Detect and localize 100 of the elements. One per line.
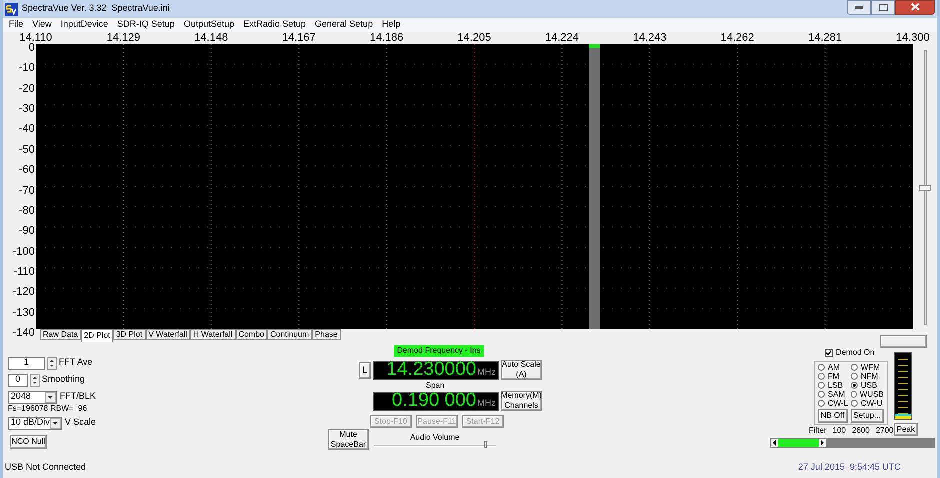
radio-label: FM (828, 372, 840, 381)
x-axis-label: 14.243 (633, 32, 667, 44)
radio-button[interactable] (818, 364, 825, 371)
demod-frequency-label: Demod Frequency - Ins (394, 345, 484, 357)
radio-label: AM (828, 363, 840, 372)
y-axis-label: -140 (12, 327, 35, 340)
x-axis-label: 14.110 (20, 32, 52, 44)
field-label: V Scale (65, 416, 96, 430)
filter-slider[interactable] (778, 438, 935, 448)
radio-button[interactable] (851, 373, 858, 380)
menu-item[interactable]: General Setup (315, 18, 374, 32)
radio-label: USB (861, 381, 878, 390)
y-axis-label: -40 (19, 123, 35, 136)
slider-thumb[interactable] (919, 184, 931, 190)
menu-item[interactable]: Help (382, 18, 401, 32)
span-display: 0.190 000 MHz (373, 392, 499, 410)
radio-label: WFM (861, 363, 880, 372)
checkmark-icon (826, 350, 832, 356)
filter-value: 2700 (876, 426, 894, 436)
auto-scale-button[interactable]: Auto Scale (A) (501, 360, 542, 380)
y-axis-label: -50 (19, 144, 35, 156)
radio-button[interactable] (851, 364, 858, 371)
tab[interactable]: Raw Data (40, 329, 82, 340)
span-label: Span (426, 381, 446, 391)
y-axis-label: -100 (12, 246, 35, 258)
tab[interactable]: H Waterfall (190, 329, 236, 340)
slider-thumb[interactable] (484, 441, 487, 448)
minimize-icon (855, 6, 863, 8)
checkbox-label: Demod On (836, 346, 875, 358)
spin-arrows-icon[interactable] (30, 374, 40, 386)
nb-off-button[interactable]: NB Off (818, 409, 848, 423)
y-axis-label: -60 (19, 164, 35, 176)
connection-status: USB Not Connected (5, 461, 86, 474)
tab[interactable]: 2D Plot (81, 329, 114, 342)
x-axis-label: 14.224 (545, 32, 580, 44)
window-title: SpectraVue Ver. 3.32 SpectraVue.ini (22, 2, 170, 16)
nco-null-button[interactable]: NCO Null (10, 435, 47, 449)
y-axis-label: -130 (12, 306, 35, 319)
y-axis-label: -90 (19, 225, 35, 238)
x-axis-label: 14.167 (282, 32, 316, 44)
smoothing-field[interactable]: 0 (8, 374, 28, 386)
field-label: FFT Ave (59, 356, 93, 370)
blank-button[interactable] (880, 335, 927, 348)
radio-button[interactable] (851, 382, 858, 389)
minimize-button[interactable] (847, 0, 871, 14)
frequency-display: 14.230000 MHz (373, 360, 499, 380)
menu-item[interactable]: SDR-IQ Setup (117, 18, 175, 32)
dropdown[interactable]: 2048 (8, 390, 57, 404)
peak-button[interactable]: Peak (894, 423, 918, 436)
radio-button[interactable] (818, 382, 825, 389)
tab[interactable]: Phase (312, 329, 341, 340)
mute-button[interactable]: Mute SpaceBar (328, 429, 369, 450)
menu-item[interactable]: File (9, 18, 24, 32)
x-axis-label: 14.300 (896, 32, 930, 44)
tab[interactable]: 3D Plot (113, 329, 146, 340)
radio-label: CW-L (828, 399, 848, 408)
x-axis-label: 14.262 (720, 32, 754, 44)
spin-arrows-icon[interactable] (47, 356, 57, 370)
tab[interactable]: Continuum (267, 329, 312, 340)
menu-item[interactable]: ExtRadio Setup (243, 18, 306, 32)
demod-band[interactable] (588, 44, 600, 329)
field-label: Smoothing (42, 373, 86, 386)
radio-button[interactable] (818, 400, 825, 407)
radio-label: WUSB (860, 390, 884, 399)
maximize-button[interactable] (871, 0, 895, 14)
dropdown[interactable]: 10 dB/Div (8, 416, 62, 430)
demod-on-checkbox[interactable] (825, 348, 833, 356)
caret-icon (50, 418, 61, 428)
maximize-icon (878, 4, 888, 10)
memory-channels-button[interactable]: Memory(M) Channels (501, 391, 542, 411)
radio-label: SAM (828, 390, 846, 399)
fft-ave-field[interactable]: 1 (8, 356, 45, 370)
menu-item[interactable]: InputDevice (60, 18, 108, 32)
y-axis-label: -80 (19, 204, 35, 217)
radio-label: NFM (861, 372, 878, 381)
radio-button[interactable] (818, 373, 825, 380)
y-axis-label: -110 (14, 266, 35, 278)
reference-slider[interactable] (918, 50, 932, 325)
radio-button[interactable] (851, 391, 857, 398)
filter-label: Filter (809, 426, 827, 436)
y-axis-label: -20 (19, 82, 35, 95)
sample-rate-text: Fs=196078 RBW= 96 (8, 404, 88, 413)
x-axis-label: 14.205 (458, 32, 492, 44)
setup-button[interactable]: Setup... (850, 409, 884, 423)
x-axis-label: 14.148 (194, 32, 228, 44)
menu-item[interactable]: View (32, 18, 52, 32)
radio-button[interactable] (818, 391, 825, 398)
y-axis-label: -10 (19, 62, 35, 74)
tab[interactable]: V Waterfall (146, 329, 190, 340)
y-axis-label: 0 (28, 42, 35, 54)
date-time: 27 Jul 2015 9:54:45 UTC (798, 461, 901, 474)
audio-volume-label: Audio Volume (410, 433, 460, 443)
left-arrow-icon[interactable] (770, 438, 778, 448)
radio-button[interactable] (851, 400, 858, 407)
tab[interactable]: Combo (236, 329, 268, 340)
filter-value: 100 (832, 426, 846, 436)
menu-item[interactable]: OutputSetup (184, 18, 234, 32)
close-button[interactable] (895, 0, 935, 14)
l-button[interactable]: L (359, 362, 371, 378)
y-axis-label: -30 (19, 103, 35, 116)
